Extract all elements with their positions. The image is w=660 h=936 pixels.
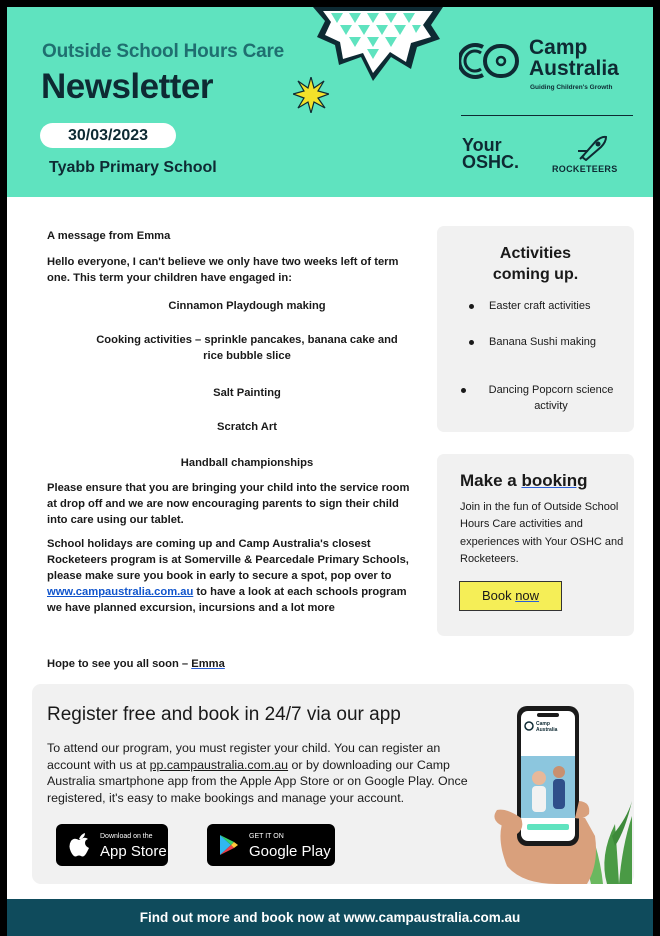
googleplay-big-text: Google Play bbox=[249, 843, 331, 860]
book-button-underlined: now bbox=[515, 588, 540, 603]
signoff-name: Emma bbox=[191, 658, 225, 670]
message-signoff: Hope to see you all soon – Emma bbox=[47, 656, 407, 672]
newsletter-page: Outside School Hours Care Newsletter 30/… bbox=[7, 7, 653, 936]
bullet-icon bbox=[469, 340, 474, 345]
message-paragraph-dropoff: Please ensure that you are bringing your… bbox=[47, 482, 410, 526]
camp-australia-logo-icon bbox=[459, 43, 519, 79]
brand-name-line2: Australia bbox=[529, 57, 619, 80]
activities-title-line2: coming up. bbox=[492, 266, 579, 283]
googleplay-small-text: GET IT ON bbox=[249, 833, 284, 840]
appstore-big-text: App Store bbox=[100, 843, 167, 860]
bullet-icon bbox=[469, 304, 474, 309]
activities-title-line1: Activities bbox=[499, 245, 572, 262]
book-button-text: Book bbox=[481, 588, 516, 603]
message-intro: Hello everyone, I can't believe we only … bbox=[47, 256, 399, 284]
booking-panel-title: Make a booking bbox=[460, 471, 588, 491]
apple-icon bbox=[69, 833, 89, 857]
header-banner: Outside School Hours Care Newsletter 30/… bbox=[7, 7, 653, 197]
appstore-small-text: Download on the bbox=[100, 833, 153, 840]
register-portal-link[interactable]: pp.campaustralia.com.au bbox=[150, 758, 288, 772]
decorative-burst-icon bbox=[293, 77, 329, 113]
google-play-icon bbox=[220, 835, 238, 855]
rocket-icon bbox=[578, 135, 608, 161]
activity-item: Cooking activities – sprinkle pancakes, … bbox=[96, 334, 398, 362]
activity-item: Salt Painting bbox=[213, 387, 281, 399]
newsletter-subtitle: Outside School Hours Care bbox=[42, 41, 285, 62]
book-now-button[interactable]: Book now bbox=[459, 581, 562, 611]
footer-banner[interactable]: Find out more and book now at www.campau… bbox=[7, 899, 653, 936]
brand-tagline: Guiding Children's Growth bbox=[530, 84, 613, 91]
booking-panel-text: Join in the fun of Outside School Hours … bbox=[460, 501, 624, 566]
signoff-text: Hope to see you all soon – bbox=[47, 658, 192, 670]
activities-panel-title: Activities coming up. bbox=[437, 243, 634, 285]
decorative-star-icon bbox=[313, 7, 443, 81]
app-store-button[interactable]: Download on the App Store bbox=[56, 824, 168, 866]
upcoming-activity-item: Easter craft activities bbox=[489, 300, 591, 312]
upcoming-activity-item: Banana Sushi making bbox=[489, 336, 597, 348]
phone-in-hand-illustration: Camp Australia bbox=[494, 706, 632, 884]
brand-name-line1: Camp bbox=[529, 36, 588, 59]
holidays-text-start: School holidays are coming up and Camp A… bbox=[47, 538, 409, 582]
header-divider bbox=[461, 115, 633, 116]
your-oshc-logo-line2: OSHC. bbox=[462, 152, 520, 172]
activities-coming-up-panel: Activities coming up. Easter craft activ… bbox=[437, 226, 634, 432]
newsletter-title: Newsletter bbox=[41, 67, 214, 106]
message-paragraph-holidays: School holidays are coming up and Camp A… bbox=[47, 536, 415, 616]
booking-title-underlined: booking bbox=[521, 471, 588, 490]
make-a-booking-panel: Make a booking Join in the fun of Outsid… bbox=[437, 454, 634, 636]
rocketeers-logo: ROCKETEERS bbox=[552, 164, 618, 174]
message-heading: A message from Emma bbox=[47, 230, 171, 242]
school-name: Tyabb Primary School bbox=[49, 159, 217, 176]
booking-title-text: Make a bbox=[460, 471, 522, 490]
bullet-icon bbox=[461, 388, 466, 393]
activity-item: Scratch Art bbox=[217, 421, 277, 433]
campaustralia-link[interactable]: www.campaustralia.com.au bbox=[47, 586, 193, 598]
phone-brand-line2: Australia bbox=[536, 727, 558, 733]
upcoming-activity-item: Dancing Popcorn science activity bbox=[488, 384, 614, 412]
activity-item: Cinnamon Playdough making bbox=[168, 300, 326, 312]
newsletter-date: 30/03/2023 bbox=[40, 123, 176, 148]
google-play-button[interactable]: GET IT ON Google Play bbox=[207, 824, 335, 866]
register-app-section: Register free and book in 24/7 via our a… bbox=[32, 684, 634, 884]
activity-item: Handball championships bbox=[180, 457, 314, 469]
register-text: To attend our program, you must register… bbox=[47, 740, 477, 806]
register-title: Register free and book in 24/7 via our a… bbox=[47, 704, 401, 725]
